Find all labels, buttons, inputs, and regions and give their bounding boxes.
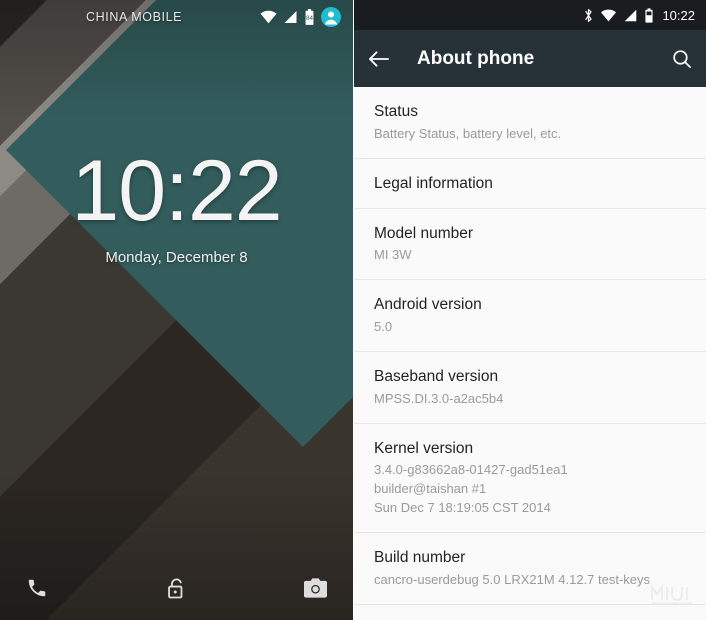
settings-status-bar: 10:22 bbox=[354, 0, 706, 30]
list-item-title: Android version bbox=[374, 296, 482, 314]
list-item-kernel-version[interactable]: Kernel version 3.4.0-g83662a8-01427-gad5… bbox=[354, 423, 706, 533]
list-item-subtitle: 3.4.0-g83662a8-01427-gad51ea1 builder@ta… bbox=[374, 462, 568, 516]
carrier-label: CHINA MOBILE bbox=[86, 10, 183, 24]
back-arrow-icon[interactable] bbox=[368, 50, 389, 68]
battery-icon: 84 bbox=[304, 9, 315, 25]
user-avatar-icon[interactable] bbox=[321, 7, 341, 27]
lock-screen: CHINA MOBILE 84 10:22 Monday, December 8 bbox=[0, 0, 353, 620]
wallpaper bbox=[0, 0, 353, 620]
list-item-status[interactable]: Status Battery Status, battery level, et… bbox=[354, 87, 706, 159]
about-phone-list: Status Battery Status, battery level, et… bbox=[354, 87, 706, 605]
clock-date: Monday, December 8 bbox=[105, 248, 248, 266]
list-item-title: Model number bbox=[374, 224, 474, 242]
list-item-subtitle: MI 3W bbox=[374, 247, 412, 263]
lockscreen-affordance-bar bbox=[0, 556, 353, 620]
list-item-title: Build number bbox=[374, 548, 466, 566]
signal-icon bbox=[283, 10, 298, 24]
list-item-subtitle: Battery Status, battery level, etc. bbox=[374, 125, 562, 141]
phone-shortcut[interactable] bbox=[0, 577, 126, 599]
camera-icon bbox=[303, 578, 327, 598]
list-item-android-version[interactable]: Android version 5.0 bbox=[354, 280, 706, 352]
bluetooth-icon bbox=[583, 8, 594, 23]
dual-screen-comparison: CHINA MOBILE 84 10:22 Monday, December 8… bbox=[0, 0, 706, 620]
unlock-padlock-icon bbox=[166, 577, 187, 600]
list-item-subtitle: 5.0 bbox=[374, 319, 393, 334]
list-item-build-number[interactable]: Build number cancro-userdebug 5.0 LRX21M… bbox=[354, 532, 706, 605]
list-item-subtitle: cancro-userdebug 5.0 LRX21M 4.12.7 test-… bbox=[374, 571, 651, 587]
svg-text:84: 84 bbox=[306, 15, 313, 22]
list-item-model-number[interactable]: Model number MI 3W bbox=[354, 208, 706, 281]
wifi-icon bbox=[600, 9, 617, 22]
app-bar: About phone bbox=[354, 30, 706, 87]
list-item-baseband-version[interactable]: Baseband version MPSS.DI.3.0-a2ac5b4 bbox=[354, 351, 706, 424]
signal-icon bbox=[623, 9, 638, 22]
clock-time: 10:22 bbox=[71, 143, 282, 239]
battery-icon bbox=[644, 7, 654, 23]
wifi-icon bbox=[260, 10, 277, 24]
camera-shortcut[interactable] bbox=[227, 578, 353, 598]
phone-icon bbox=[26, 577, 48, 599]
about-phone-screen: 10:22 About phone Status Battery Status,… bbox=[354, 0, 706, 620]
lockscreen-status-icons: 84 bbox=[260, 7, 341, 27]
list-item-legal-information[interactable]: Legal information bbox=[354, 158, 706, 209]
unlock-shortcut[interactable] bbox=[126, 577, 226, 600]
page-title: About phone bbox=[417, 47, 535, 69]
lockscreen-status-bar: CHINA MOBILE 84 bbox=[0, 0, 353, 34]
list-item-title: Status bbox=[374, 103, 418, 120]
list-item-title: Legal information bbox=[374, 174, 493, 192]
lockscreen-clock-widget: 10:22 Monday, December 8 bbox=[0, 143, 353, 266]
list-item-title: Baseband version bbox=[374, 367, 499, 385]
status-bar-clock: 10:22 bbox=[662, 7, 695, 23]
list-item-title: Kernel version bbox=[374, 439, 474, 457]
search-icon[interactable] bbox=[672, 49, 692, 69]
list-item-subtitle: MPSS.DI.3.0-a2ac5b4 bbox=[374, 390, 504, 406]
